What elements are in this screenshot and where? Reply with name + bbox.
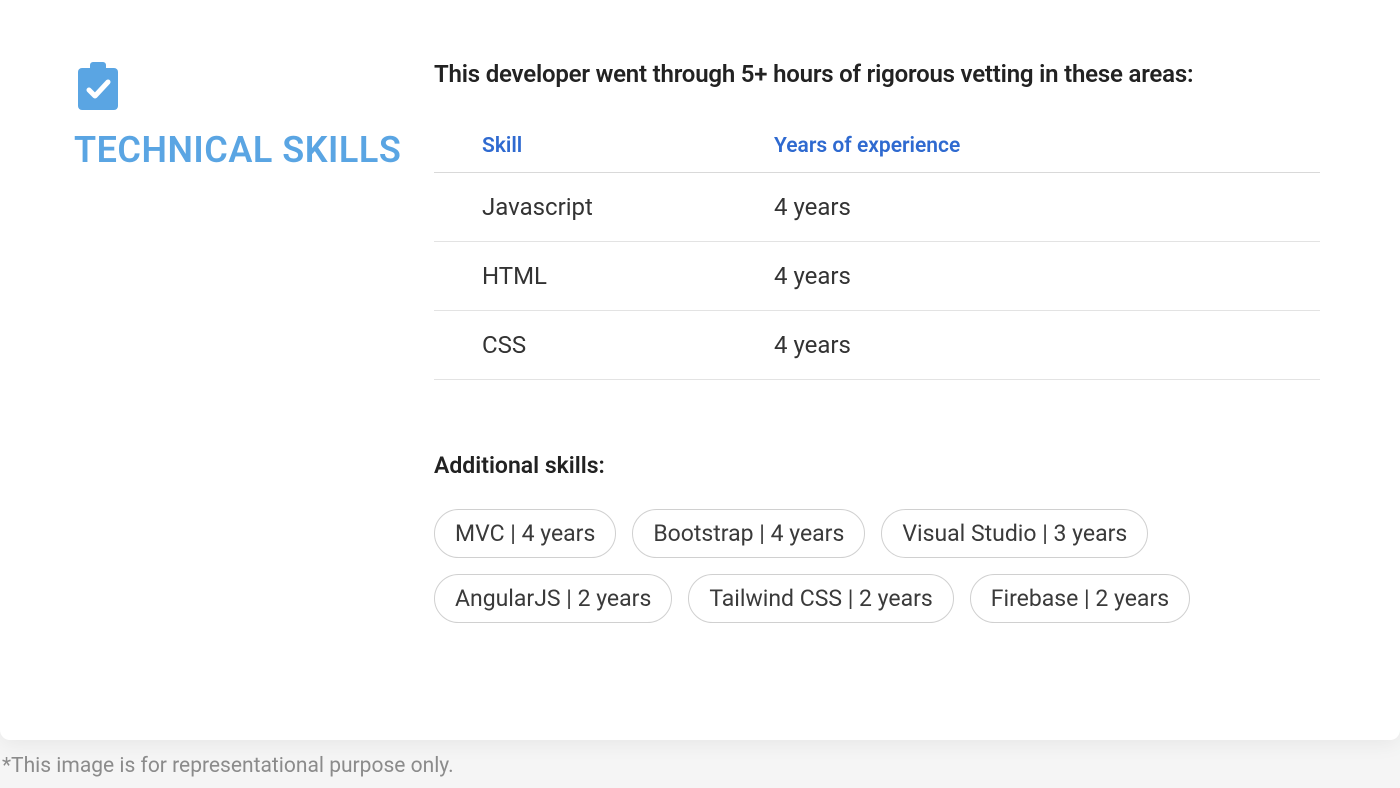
vetting-intro: This developer went through 5+ hours of … — [434, 60, 1320, 88]
skill-pill-container: MVC | 4 years Bootstrap | 4 years Visual… — [434, 509, 1320, 623]
section-title: TECHNICAL SKILLS — [74, 130, 434, 171]
disclaimer-text: *This image is for representational purp… — [0, 740, 1400, 778]
skills-table: Skill Years of experience Javascript 4 y… — [434, 134, 1320, 380]
skill-pill: Tailwind CSS | 2 years — [688, 574, 953, 623]
table-header-row: Skill Years of experience — [434, 134, 1320, 173]
technical-skills-card: TECHNICAL SKILLS This developer went thr… — [0, 0, 1400, 740]
main-content: This developer went through 5+ hours of … — [434, 60, 1320, 700]
cell-years: 4 years — [774, 311, 1320, 380]
cell-years: 4 years — [774, 242, 1320, 311]
skill-pill: Firebase | 2 years — [970, 574, 1190, 623]
table-row: Javascript 4 years — [434, 173, 1320, 242]
cell-skill: HTML — [434, 242, 774, 311]
header-years: Years of experience — [774, 134, 1320, 173]
skill-pill: Bootstrap | 4 years — [632, 509, 865, 558]
additional-skills-heading: Additional skills: — [434, 452, 1320, 479]
skill-pill: Visual Studio | 3 years — [881, 509, 1148, 558]
table-row: CSS 4 years — [434, 311, 1320, 380]
table-row: HTML 4 years — [434, 242, 1320, 311]
sidebar: TECHNICAL SKILLS — [74, 60, 434, 700]
cell-skill: Javascript — [434, 173, 774, 242]
header-skill: Skill — [434, 134, 774, 173]
clipboard-check-icon — [74, 60, 122, 112]
cell-years: 4 years — [774, 173, 1320, 242]
cell-skill: CSS — [434, 311, 774, 380]
skill-pill: AngularJS | 2 years — [434, 574, 672, 623]
skill-pill: MVC | 4 years — [434, 509, 616, 558]
